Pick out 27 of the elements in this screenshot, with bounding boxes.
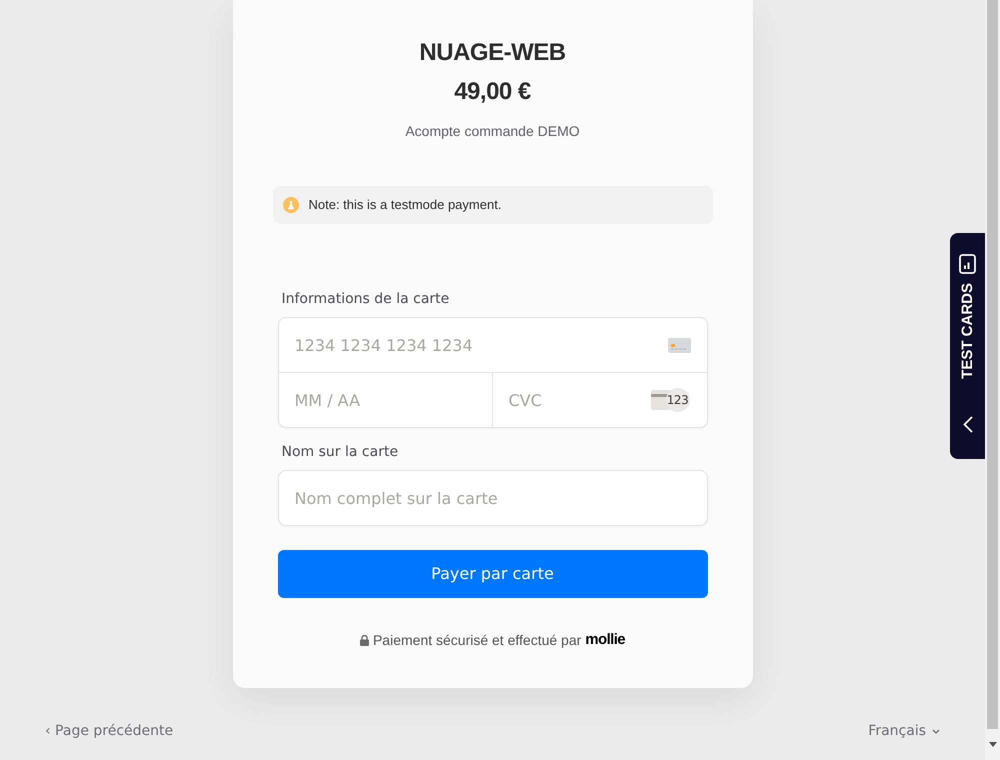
scroll-down-icon[interactable] [988,742,996,747]
language-selector[interactable]: Français [868,721,940,741]
test-cards-tab[interactable]: TEST CARDS [950,233,985,459]
card-number-input[interactable]: 1234 1234 1234 1234 [278,318,660,372]
merchant-name: NUAGE-WEB [418,38,567,68]
cvc-digits: 123 [666,388,690,412]
name-label: Nom sur la carte [280,443,400,462]
payment-amount: 49,00 € [453,77,532,107]
expiry-input[interactable]: MM / AA [278,373,492,427]
pay-button[interactable]: Payer par carte [278,550,708,598]
card-details-field[interactable]: 1234 1234 1234 1234 MM / AA CVC 123 [278,317,708,428]
chevron-down-icon [932,728,940,734]
credit-card-icon [668,338,690,352]
payment-description: Acompte commande DEMO [404,122,581,141]
provider-logo: mollie [585,630,626,650]
card-info-label: Informations de la carte [280,290,450,309]
secure-payment-text: Paiement sécurisé et effectué par [372,631,582,650]
lock-icon [360,634,369,646]
scrollbar-thumb[interactable] [987,0,998,729]
flask-icon [282,197,298,213]
test-cards-label: TEST CARDS [958,283,976,379]
cardholder-name-input[interactable]: Nom complet sur la carte [278,470,708,526]
bar-chart-icon [959,254,976,274]
cvc-input[interactable]: CVC [492,373,642,427]
chevron-left-icon [962,416,972,433]
back-link[interactable]: ‹ Page précédente [45,721,174,741]
notice-text: Note: this is a testmode payment. [308,196,502,214]
